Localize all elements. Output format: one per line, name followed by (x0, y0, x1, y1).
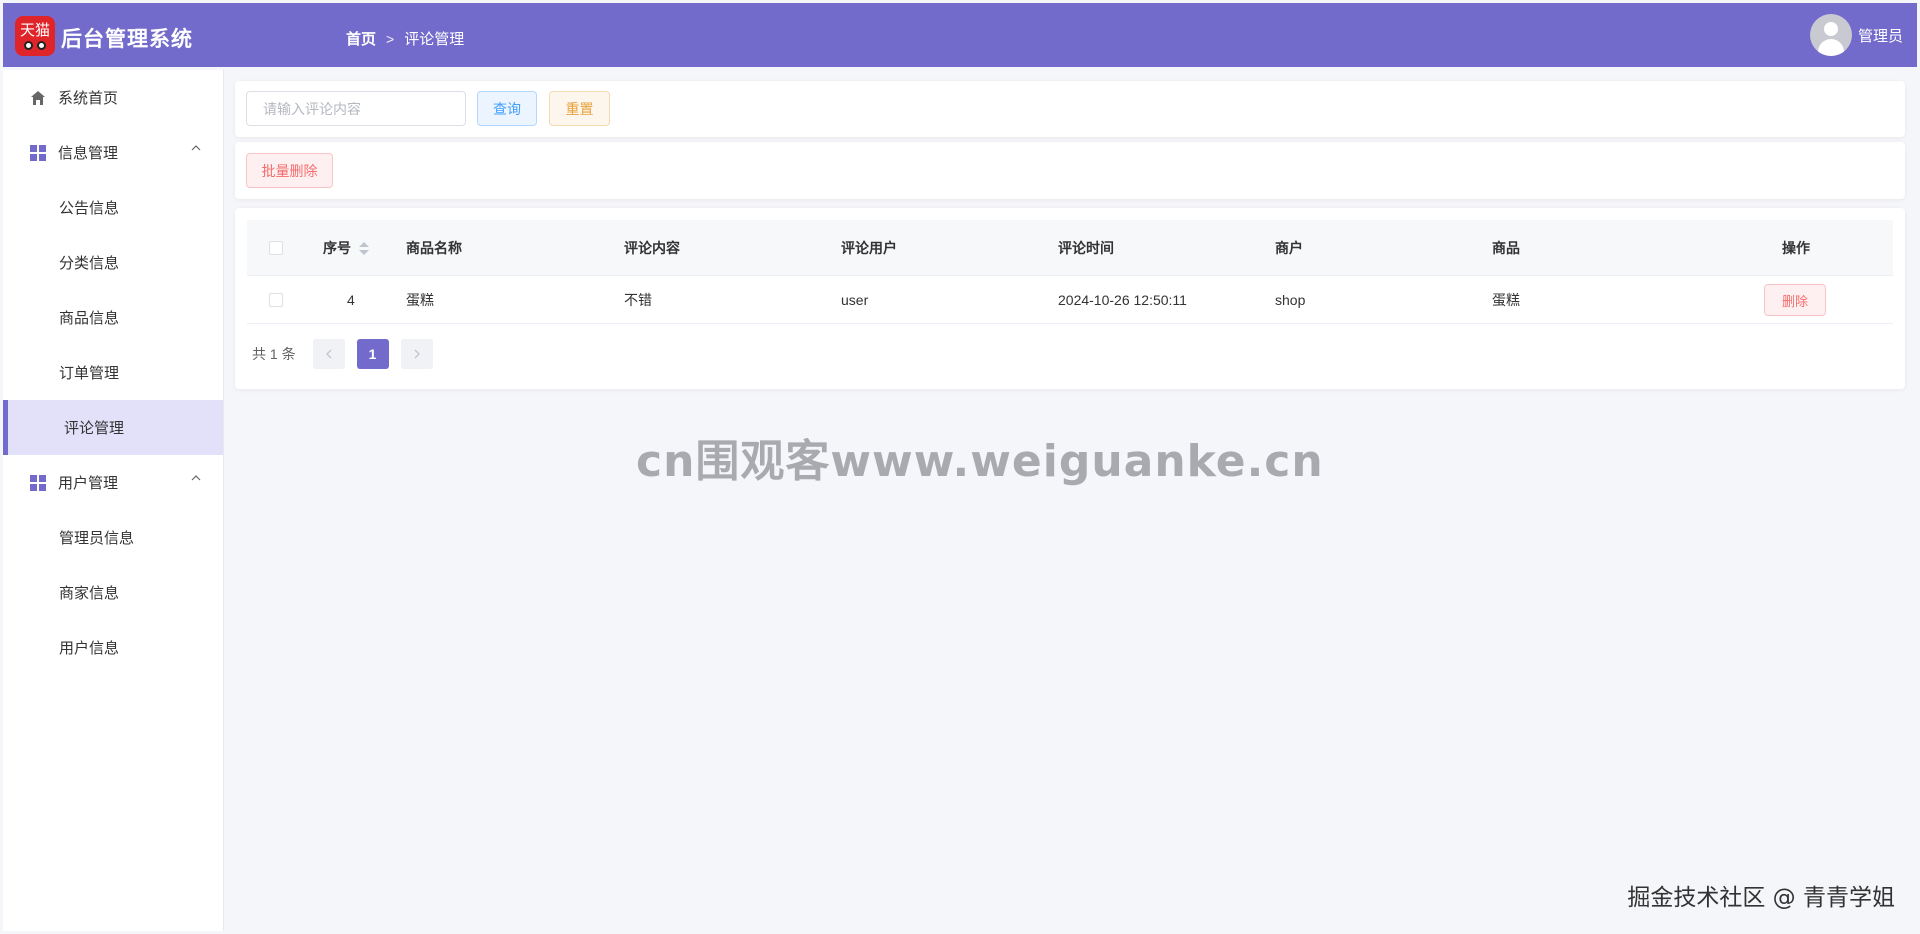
column-header-id[interactable]: 序号 (323, 238, 369, 258)
column-header-user: 评论用户 (841, 239, 897, 256)
sidebar: 系统首页 信息管理 公告信息 分类信息 商品信息 订单管理 评论管理 用户管理 … (3, 70, 224, 931)
sidebar-item-admin[interactable]: 管理员信息 (3, 510, 223, 565)
logo-face-icon (24, 41, 46, 50)
search-panel: 查询 重置 (235, 81, 1905, 137)
cell-product: 蛋糕 (1492, 291, 1520, 308)
cell-id: 4 (347, 291, 355, 308)
top-header: 天猫 后台管理系统 首页 > 评论管理 管理员 (3, 3, 1917, 67)
watermark: cn围观客www.weiguanke.cn (636, 436, 1324, 487)
select-all-checkbox[interactable] (269, 240, 283, 255)
action-panel: 批量删除 (235, 142, 1905, 199)
batch-delete-button[interactable]: 批量删除 (246, 153, 333, 188)
app-title: 后台管理系统 (61, 28, 193, 51)
breadcrumb-separator-icon: > (386, 30, 395, 47)
grid-icon (30, 145, 46, 161)
chevron-right-icon[interactable] (400, 339, 433, 369)
sidebar-item-merchant[interactable]: 商家信息 (3, 565, 223, 620)
comment-table: 序号 商品名称 评论内容 评论用户 评论时间 商户 商品 操作 4 蛋糕 不错 … (247, 220, 1893, 324)
reset-button[interactable]: 重置 (549, 91, 610, 126)
table-row: 4 蛋糕 不错 user 2024-10-26 12:50:11 shop 蛋糕… (247, 276, 1893, 324)
cell-content: 不错 (624, 291, 652, 308)
sidebar-item-order[interactable]: 订单管理 (3, 345, 223, 400)
sidebar-group-label: 信息管理 (58, 145, 119, 162)
pagination: 共 1 条 1 (252, 339, 445, 369)
delete-button[interactable]: 删除 (1764, 284, 1826, 316)
cell-user: user (841, 291, 869, 308)
pagination-total: 共 1 条 (252, 346, 296, 362)
table-header: 序号 商品名称 评论内容 评论用户 评论时间 商户 商品 操作 (247, 220, 1893, 276)
cell-time: 2024-10-26 12:50:11 (1058, 291, 1187, 308)
chevron-up-icon (191, 475, 201, 481)
cell-shop: shop (1275, 291, 1306, 308)
column-header-product: 商品 (1492, 239, 1520, 256)
sidebar-group-label: 用户管理 (58, 475, 119, 492)
sidebar-item-comment[interactable]: 评论管理 (3, 400, 223, 455)
sidebar-item-label: 系统首页 (58, 90, 119, 107)
chevron-left-icon[interactable] (312, 339, 345, 369)
page-button[interactable]: 1 (356, 339, 389, 369)
column-header-product-name: 商品名称 (406, 239, 462, 256)
column-header-actions: 操作 (1782, 239, 1810, 256)
user-avatar-icon[interactable] (1809, 14, 1852, 56)
chevron-up-icon (191, 145, 201, 151)
sort-icon[interactable] (359, 241, 369, 256)
comment-search-input[interactable] (246, 91, 466, 126)
tmall-logo: 天猫 (15, 16, 55, 56)
column-header-shop: 商户 (1275, 239, 1303, 256)
sidebar-item-home[interactable]: 系统首页 (3, 70, 223, 125)
query-button[interactable]: 查询 (477, 91, 537, 126)
logo-text: 天猫 (19, 21, 50, 39)
footer-watermark: 掘金技术社区 @ 青青学姐 (1627, 885, 1895, 911)
sidebar-group-info-management[interactable]: 信息管理 (3, 125, 223, 180)
row-checkbox[interactable] (269, 292, 283, 307)
column-header-content: 评论内容 (624, 239, 680, 256)
comment-table-panel: 序号 商品名称 评论内容 评论用户 评论时间 商户 商品 操作 4 蛋糕 不错 … (235, 208, 1905, 389)
user-name[interactable]: 管理员 (1858, 25, 1903, 46)
user-menu[interactable]: 管理员 (1809, 14, 1903, 56)
sidebar-item-notice[interactable]: 公告信息 (3, 180, 223, 235)
breadcrumb-home[interactable]: 首页 (346, 28, 376, 49)
home-icon (31, 91, 45, 105)
sidebar-item-user[interactable]: 用户信息 (3, 620, 223, 675)
sidebar-item-category[interactable]: 分类信息 (3, 235, 223, 290)
grid-icon (30, 475, 46, 491)
cell-product-name: 蛋糕 (406, 291, 434, 308)
sidebar-item-product[interactable]: 商品信息 (3, 290, 223, 345)
breadcrumb-current: 评论管理 (404, 31, 465, 48)
column-header-time: 评论时间 (1058, 239, 1114, 256)
sidebar-group-user-management[interactable]: 用户管理 (3, 455, 223, 510)
breadcrumb: 首页 > 评论管理 (346, 28, 464, 49)
